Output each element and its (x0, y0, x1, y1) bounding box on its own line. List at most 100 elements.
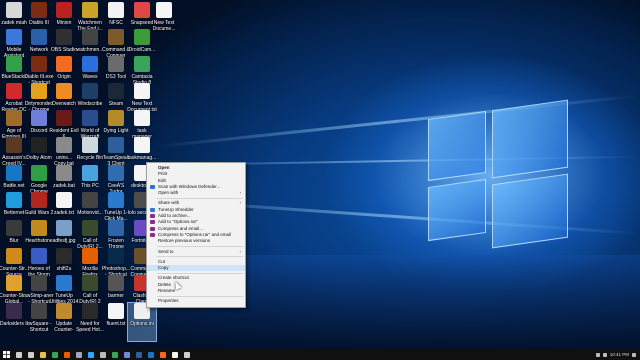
system-tray: 10:41 PM (595, 349, 636, 360)
menu-item-label: Open (158, 165, 170, 170)
app-icon (31, 29, 47, 45)
taskbar-button[interactable] (85, 349, 97, 360)
app-icon (82, 303, 98, 319)
menu-item-label: Copy (158, 265, 169, 271)
desktop-icon-label: Options.ini (130, 321, 154, 327)
app-icon (56, 29, 72, 45)
taskbar-button[interactable] (145, 349, 157, 360)
taskbar-button[interactable] (13, 349, 25, 360)
notifications-icon[interactable] (632, 352, 636, 357)
app-icon (6, 29, 22, 45)
app-icon (134, 137, 150, 153)
app-icon (82, 220, 98, 236)
app-icon (56, 83, 72, 99)
app-icon (56, 192, 72, 208)
clock[interactable]: 10:41 PM (610, 352, 629, 357)
taskbar-button[interactable] (37, 349, 49, 360)
taskbar-button[interactable] (157, 349, 169, 360)
taskbar-button[interactable] (49, 349, 61, 360)
menu-item-copy[interactable]: Copy (147, 265, 245, 272)
menu-item-icon (150, 184, 155, 189)
taskbar-pinned-apps (13, 349, 193, 360)
app-icon (56, 220, 72, 236)
taskbar-button[interactable] (25, 349, 37, 360)
desktop-icon[interactable]: fluent.txt (102, 303, 130, 341)
menu-item-restore-previous-versions[interactable]: Restore previous versions (147, 238, 245, 244)
desktop[interactable]: zadek miahDiablo IIIMinionWatchmen The E… (0, 0, 640, 349)
app-icon (134, 29, 150, 45)
app-icon (31, 275, 47, 291)
menu-item-label: Compress and email... (158, 225, 204, 231)
app-icon (82, 2, 98, 18)
app-icon (6, 83, 22, 99)
start-button[interactable] (0, 349, 13, 360)
app-icon (108, 2, 124, 18)
taskbar-button[interactable] (181, 349, 193, 360)
menu-item-rename[interactable]: Rename (147, 288, 245, 294)
desktop-icon[interactable]: Need for Speed Hot... (76, 303, 104, 341)
menu-item-icon (150, 226, 155, 231)
app-icon (6, 192, 22, 208)
app-icon (31, 83, 47, 99)
menu-item-label: Print (158, 171, 168, 177)
desktop-icon[interactable]: Update Counter-Stri... (50, 303, 78, 341)
taskbar: 10:41 PM (0, 349, 640, 360)
submenu-arrow-icon: › (239, 190, 242, 196)
taskbar-button[interactable] (109, 349, 121, 360)
menu-item-label: Scan with Windows Defender... (158, 183, 221, 189)
app-icon (31, 248, 47, 264)
app-icon (108, 220, 124, 236)
menu-item-label: Delete (158, 281, 172, 287)
menu-item-icon (150, 232, 155, 237)
menu-item-icon (150, 207, 155, 212)
menu-item-label: Create shortcut (158, 275, 189, 281)
taskbar-button[interactable] (61, 349, 73, 360)
app-icon (108, 165, 124, 181)
taskbar-button[interactable] (97, 349, 109, 360)
photoshop-icon (88, 351, 94, 358)
app-icon (56, 248, 72, 264)
app-icon (31, 2, 47, 18)
app-icon (108, 303, 124, 319)
steam-icon (76, 351, 82, 358)
app-icon (31, 110, 47, 126)
menu-separator (157, 256, 243, 258)
app-icon (82, 137, 98, 153)
app-icon (82, 165, 98, 181)
app-icon (6, 137, 22, 153)
app-icon (31, 303, 47, 319)
task-view-icon (28, 351, 34, 358)
menu-item-label: Open with (158, 190, 179, 196)
firefox-icon (64, 351, 70, 358)
menu-item-label: TuneUp Shredder (158, 206, 194, 212)
app-icon (56, 2, 72, 18)
app-icon (82, 110, 98, 126)
app-icon (56, 56, 72, 72)
volume-icon[interactable] (602, 352, 607, 357)
context-menu: Open Print Edit Scan with Windows Defender.… (146, 162, 246, 308)
camtasia-icon (112, 351, 118, 358)
app-icon (6, 248, 22, 264)
network-icon[interactable] (595, 352, 600, 357)
app-icon (56, 303, 72, 319)
taskbar-button[interactable] (121, 349, 133, 360)
app-icon (134, 56, 150, 72)
desktop-icon-label: DroidCam... (128, 47, 156, 53)
menu-item-properties[interactable]: Properties (147, 298, 245, 304)
taskbar-button[interactable] (73, 349, 85, 360)
menu-item-open-with[interactable]: Open with › (147, 190, 245, 196)
taskbar-button[interactable] (169, 349, 181, 360)
chrome-icon (52, 351, 58, 358)
desktop-icon[interactable]: Options.ini (127, 302, 157, 342)
app-icon (6, 220, 22, 236)
menu-item-label: Restore previous versions (158, 238, 211, 244)
origin-icon (160, 351, 166, 358)
app-icon (6, 110, 22, 126)
app-icon (82, 56, 98, 72)
app-icon (56, 137, 72, 153)
menu-item-send-to[interactable]: Send to › (147, 249, 245, 255)
app-icon (108, 110, 124, 126)
taskbar-button[interactable] (133, 349, 145, 360)
file-explorer-icon (40, 351, 46, 358)
battlenet-icon (148, 351, 154, 358)
